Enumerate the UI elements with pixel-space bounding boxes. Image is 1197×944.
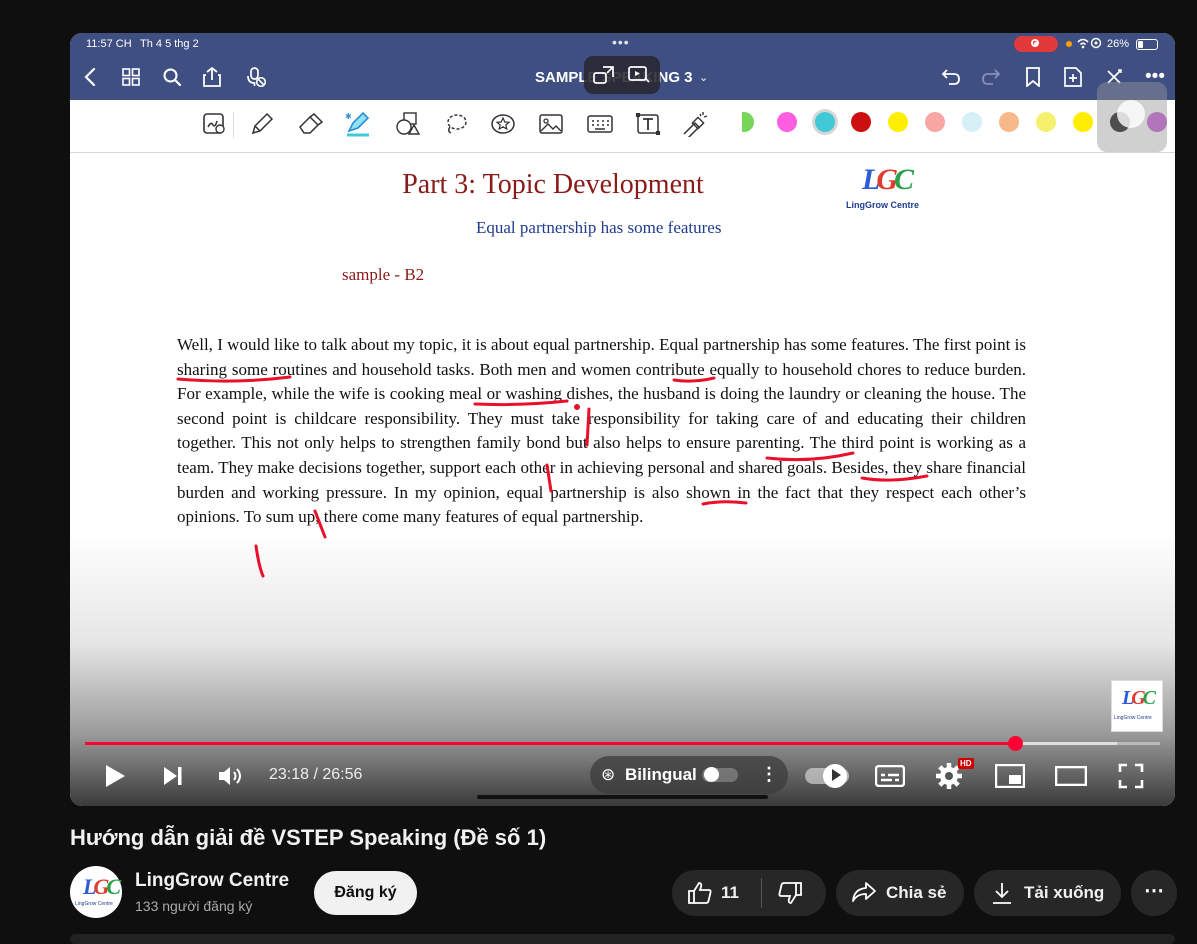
like-dislike-group: 11 [672, 870, 826, 916]
share-label: Chia sẻ [886, 883, 947, 902]
pen-icon[interactable] [248, 110, 276, 138]
wifi-icon [1076, 36, 1104, 53]
download-button[interactable]: Tải xuống [974, 870, 1121, 916]
color-swatch[interactable] [962, 112, 982, 132]
bookmark-icon[interactable] [1019, 64, 1047, 90]
dislike-icon[interactable] [777, 881, 803, 911]
video-title: Hướng dẫn giải đề VSTEP Speaking (Đề số … [70, 825, 547, 850]
shapes-icon[interactable] [394, 110, 422, 138]
sticker-icon[interactable] [489, 110, 517, 138]
multitasking-dots-icon[interactable]: ••• [612, 34, 630, 50]
mic-indicator-icon [1066, 41, 1072, 47]
share-button[interactable]: Chia sẻ [836, 870, 964, 916]
text-box-icon[interactable] [634, 110, 662, 138]
battery-icon [1136, 39, 1158, 50]
eraser-icon[interactable] [297, 110, 325, 138]
color-swatch[interactable] [742, 112, 754, 132]
screen-mirror-popup [584, 56, 660, 94]
ipad-home-indicator [477, 795, 768, 799]
toolbar-separator [233, 112, 234, 138]
color-swatch[interactable] [815, 112, 835, 132]
color-swatch[interactable] [888, 112, 908, 132]
linggrow-logo: LGC LingGrow Centre [846, 163, 920, 210]
channel-avatar[interactable]: LGC LingGrow Centre [70, 866, 122, 918]
mirror-icon[interactable] [593, 66, 615, 84]
battery-percent: 26% [1107, 38, 1130, 50]
more-actions-button[interactable]: ⋯ [1131, 870, 1177, 916]
subscriber-count: 133 người đăng ký [135, 898, 253, 914]
color-swatch[interactable] [1036, 112, 1056, 132]
mic-off-icon[interactable] [242, 64, 270, 90]
channel-name[interactable]: LingGrow Centre [135, 870, 289, 892]
lasso-icon[interactable] [442, 110, 470, 138]
screen-recording-icon [1014, 36, 1058, 52]
laser-pointer-icon[interactable] [681, 110, 709, 138]
played-bar [85, 742, 1015, 745]
color-swatch[interactable] [925, 112, 945, 132]
play-button[interactable] [100, 761, 130, 791]
progress-bar[interactable] [85, 736, 1160, 751]
annotation-toolbar: ✱ [70, 100, 1175, 153]
translate-icon: ⊛ [601, 765, 616, 784]
mark-before-to-sum-up [254, 544, 265, 578]
like-count: 11 [721, 883, 739, 902]
hd-badge: HD [958, 758, 974, 769]
share-icon[interactable] [198, 64, 226, 90]
status-time: 11:57 CH [86, 38, 132, 50]
subscribe-button[interactable]: Đăng ký [314, 871, 417, 915]
video-player[interactable]: 11:57 CH Th 4 5 thg 2 ••• 26% SAMPLE SPE… [70, 33, 1175, 806]
grid-view-icon[interactable] [117, 64, 145, 90]
like-divider [761, 878, 762, 908]
image-icon[interactable] [537, 110, 565, 138]
back-icon[interactable] [76, 64, 104, 90]
assistive-touch-button[interactable] [1097, 82, 1167, 152]
color-swatch[interactable] [851, 112, 871, 132]
highlighter-icon[interactable]: ✱ [344, 110, 372, 138]
document-subheading: Equal partnership has some features [476, 218, 722, 237]
autoplay-toggle[interactable] [805, 764, 849, 788]
svg-text:✱: ✱ [345, 112, 352, 121]
next-section-edge [70, 934, 1175, 944]
fullscreen-button[interactable] [1115, 761, 1147, 791]
miniplayer-button[interactable] [993, 761, 1027, 791]
scrubber-knob[interactable] [1007, 736, 1023, 751]
chevron-down-icon[interactable]: ⌄ [699, 71, 708, 84]
time-display: 23:18 / 26:56 [269, 766, 363, 783]
download-label: Tải xuống [1024, 883, 1105, 902]
volume-button[interactable] [215, 761, 247, 791]
subtitles-button[interactable] [873, 761, 907, 791]
logo-name: LingGrow Centre [846, 200, 920, 210]
presentation-icon[interactable] [628, 66, 650, 84]
undo-icon[interactable] [937, 64, 965, 90]
autoplay-play-icon [832, 769, 841, 781]
status-date: Th 4 5 thg 2 [140, 38, 199, 50]
color-swatch[interactable] [777, 112, 797, 132]
redo-icon[interactable] [977, 64, 1005, 90]
color-swatch[interactable] [999, 112, 1019, 132]
zoom-window-icon[interactable] [201, 110, 229, 138]
document-page: Part 3: Topic Development LGC LingGrow C… [70, 153, 1175, 806]
watermark-logo: LGC LingGrow Centre [1111, 680, 1163, 732]
color-swatch[interactable] [1073, 112, 1093, 132]
next-button[interactable] [158, 761, 188, 791]
keyboard-icon[interactable] [586, 110, 614, 138]
document-body-text: Well, I would like to talk about my topi… [177, 335, 1026, 527]
bilingual-toggle[interactable] [702, 767, 738, 782]
search-icon[interactable] [158, 64, 186, 90]
add-page-icon[interactable] [1059, 64, 1087, 90]
theater-mode-button[interactable] [1053, 761, 1089, 791]
bilingual-label: Bilingual [625, 765, 697, 784]
bilingual-more-icon[interactable]: ⋮ [760, 764, 778, 785]
bilingual-subtitle-pill[interactable]: ⊛ Bilingual ⋮ [590, 756, 788, 794]
share-arrow-icon [851, 881, 877, 909]
download-icon [991, 881, 1013, 911]
like-icon[interactable] [687, 881, 713, 911]
document-sample-label: sample - B2 [342, 265, 425, 284]
